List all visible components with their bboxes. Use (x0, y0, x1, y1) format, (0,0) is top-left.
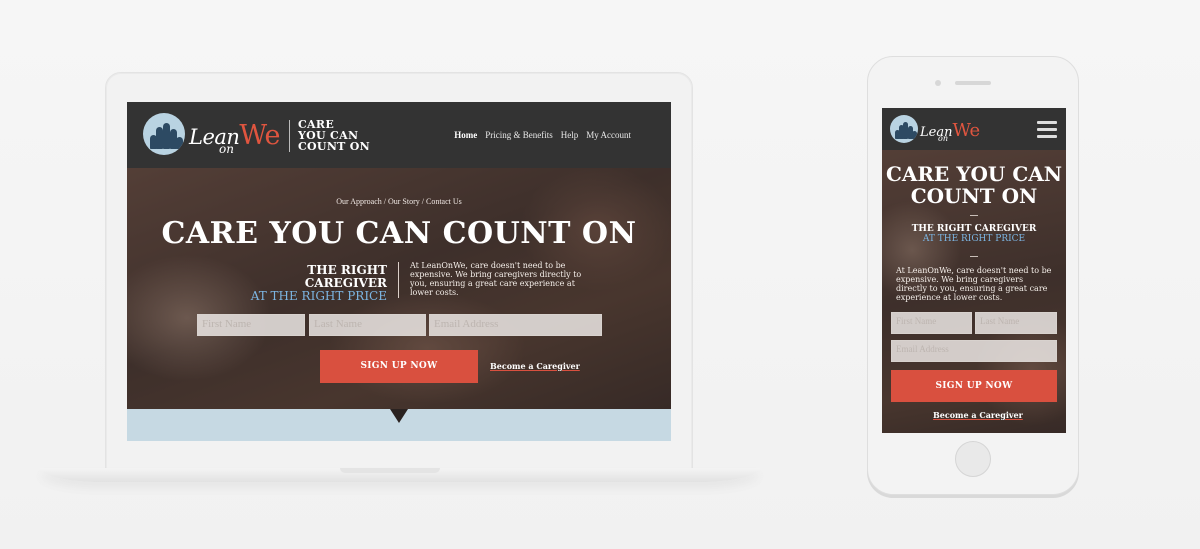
site-header: LeanWe on CARE YOU CAN COUNT ON Home Pri… (127, 102, 671, 168)
logo-on: on (938, 134, 948, 143)
hero-section: Our Approach / Our Story / Contact Us CA… (127, 168, 671, 409)
first-name-input[interactable]: First Name (891, 312, 972, 334)
logo-on: on (219, 142, 234, 156)
mobile-headline: CARE YOU CAN COUNT ON (882, 163, 1066, 207)
scroll-caret-icon (390, 409, 408, 423)
mobile-subheading: THE RIGHT CAREGIVER AT THE RIGHT PRICE (882, 224, 1066, 244)
divider-dash (970, 256, 978, 257)
mobile-screen: LeanWe on CARE YOU CAN COUNT ON THE RIGH… (882, 108, 1066, 433)
hero-headline: CARE YOU CAN COUNT ON (161, 216, 637, 251)
logo-we: We (952, 120, 981, 141)
logo-we: We (239, 120, 280, 151)
family-logo-icon[interactable] (890, 115, 918, 143)
logo-divider (289, 120, 290, 152)
phone-speaker (955, 81, 991, 85)
laptop-notch (340, 468, 440, 473)
nav-pricing[interactable]: Pricing & Benefits (485, 130, 553, 140)
last-name-input[interactable]: Last Name (309, 314, 426, 336)
sign-up-button[interactable]: SIGN UP NOW (320, 350, 478, 383)
nav-help[interactable]: Help (561, 130, 579, 140)
subheading-line1: THE RIGHT CAREGIVER (304, 263, 387, 290)
subheading-line1: THE RIGHT CAREGIVER (911, 224, 1037, 234)
first-name-input[interactable]: First Name (197, 314, 305, 336)
hero-subheading: THE RIGHT CAREGIVER AT THE RIGHT PRICE (227, 264, 387, 303)
breadcrumb[interactable]: Our Approach / Our Story / Contact Us (127, 197, 671, 206)
hero-body-text: At LeanOnWe, care doesn't need to be exp… (410, 261, 582, 297)
desktop-screen: LeanWe on CARE YOU CAN COUNT ON Home Pri… (127, 102, 671, 441)
logo-wordmark[interactable]: LeanWe (189, 120, 280, 151)
email-input[interactable]: Email Address (891, 340, 1057, 362)
tagline: CARE YOU CAN COUNT ON (298, 119, 378, 152)
divider-dash (970, 215, 978, 216)
subheading-divider (398, 262, 399, 298)
mobile-hero: CARE YOU CAN COUNT ON THE RIGHT CAREGIVE… (882, 150, 1066, 433)
phone-camera (935, 80, 941, 86)
sign-up-button[interactable]: SIGN UP NOW (891, 370, 1057, 402)
email-input[interactable]: Email Address (429, 314, 602, 336)
headline-line: COUNT ON (910, 184, 1038, 208)
subheading-line2: AT THE RIGHT PRICE (250, 289, 387, 303)
hamburger-icon[interactable] (1037, 121, 1057, 142)
nav-home[interactable]: Home (454, 130, 477, 140)
phone-home-button (955, 441, 991, 477)
subheading-line2: AT THE RIGHT PRICE (922, 234, 1026, 244)
tagline-line: COUNT ON (298, 140, 371, 153)
become-caregiver-link[interactable]: Become a Caregiver (490, 361, 580, 371)
mobile-body-text: At LeanOnWe, care doesn't need to be exp… (896, 266, 1052, 302)
nav-my-account[interactable]: My Account (586, 130, 631, 140)
headline-line: CARE YOU CAN (885, 162, 1063, 186)
main-nav: Home Pricing & Benefits Help My Account (454, 130, 631, 140)
logo-wordmark[interactable]: LeanWe (920, 120, 980, 141)
mobile-header: LeanWe on (882, 108, 1066, 150)
last-name-input[interactable]: Last Name (975, 312, 1057, 334)
become-caregiver-link[interactable]: Become a Caregiver (933, 410, 1023, 420)
family-logo-icon[interactable] (143, 113, 185, 155)
